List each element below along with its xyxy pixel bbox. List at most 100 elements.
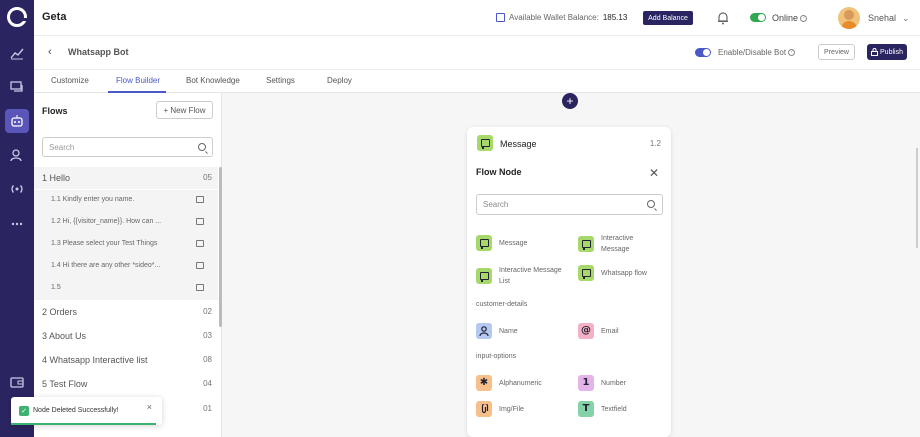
more-icon[interactable]: [5, 212, 29, 236]
flow-node-item[interactable]: 1.1 Kindly enter you name.: [34, 190, 218, 212]
toast-notification: ✓ Node Deleted Successfully! ×: [11, 397, 162, 425]
flow-canvas[interactable]: + Message 1.2 Flow Node ✕ Message Intera…: [222, 93, 920, 437]
node-option-whatsapp-flow[interactable]: Whatsapp flow: [578, 265, 647, 281]
node-header[interactable]: Message 1.2: [467, 127, 671, 155]
flow-count: 05: [203, 173, 212, 182]
node-search: [476, 194, 663, 215]
node-option-email[interactable]: @ Email: [578, 323, 619, 339]
message-icon: [578, 265, 594, 281]
toast-progress: [11, 423, 156, 425]
flow-node-panel-title: Flow Node: [476, 167, 522, 177]
option-label: Name: [499, 327, 518, 335]
enable-bot-text: Enable/Disable Bot: [718, 48, 787, 57]
check-icon: ✓: [19, 406, 29, 416]
attachment-icon: [476, 401, 492, 417]
lock-icon: [871, 48, 879, 56]
preview-button[interactable]: Preview: [818, 44, 855, 60]
flow-count: 01: [203, 404, 212, 413]
online-toggle[interactable]: [750, 13, 766, 22]
broadcast-icon[interactable]: [5, 177, 29, 201]
page-title: Whatsapp Bot: [68, 47, 129, 57]
option-label: Interactive Message: [601, 235, 634, 253]
option-label: Img/File: [499, 405, 524, 413]
flow-node-item[interactable]: 1.4 Hi there are any other *sideo*...: [34, 256, 218, 278]
tab-deploy[interactable]: Deploy: [327, 76, 352, 85]
enable-bot-toggle[interactable]: [695, 48, 711, 57]
canvas-scrollbar[interactable]: [916, 148, 918, 248]
chat-icon[interactable]: [5, 75, 29, 99]
online-label: Online: [772, 13, 799, 23]
node-option-message[interactable]: Message: [476, 235, 527, 251]
message-icon: [578, 236, 594, 252]
analytics-icon[interactable]: [5, 41, 29, 65]
bot-icon[interactable]: [5, 109, 29, 133]
node-search-input[interactable]: [477, 195, 627, 214]
avatar[interactable]: [838, 7, 860, 29]
flow-item[interactable]: 2 Orders 02: [34, 301, 218, 323]
node-option-name[interactable]: Name: [476, 323, 518, 339]
flow-node-card: Message 1.2 Flow Node ✕ Message Interact…: [467, 127, 671, 437]
search-icon[interactable]: [198, 143, 206, 151]
toast-message: Node Deleted Successfully!: [33, 407, 119, 414]
users-icon[interactable]: [5, 143, 29, 167]
new-flow-button[interactable]: + New Flow: [156, 101, 213, 119]
user-menu[interactable]: Snehal ⌄: [868, 13, 910, 24]
node-option-number[interactable]: 1 Number: [578, 375, 626, 391]
flows-search-input[interactable]: [43, 138, 183, 156]
tab-customize[interactable]: Customize: [51, 76, 89, 85]
flows-title: Flows: [42, 106, 68, 116]
node-option-alphanumeric[interactable]: ✱ Alphanumeric: [476, 375, 542, 391]
option-label: Alphanumeric: [499, 379, 542, 387]
message-icon: [476, 268, 492, 284]
option-label: Number: [601, 379, 626, 387]
wallet-icon: [496, 13, 505, 22]
close-icon[interactable]: ✕: [649, 166, 659, 180]
back-icon[interactable]: ‹: [48, 46, 52, 58]
node-label: 1.3 Please select your Test Things: [51, 240, 158, 247]
tab-bot-knowledge[interactable]: Bot Knowledge: [186, 76, 240, 85]
node-label: 1.4 Hi there are any other *sideo*...: [51, 262, 161, 269]
online-status: Online?: [772, 13, 808, 23]
tab-flow-builder[interactable]: Flow Builder: [116, 76, 160, 85]
person-icon: [476, 323, 492, 339]
node-option-img-file[interactable]: Img/File: [476, 401, 524, 417]
search-icon[interactable]: [647, 200, 655, 208]
add-balance-button[interactable]: Add Balance: [643, 11, 693, 25]
section-customer-details: customer-details: [476, 301, 528, 308]
node-option-interactive-message-list[interactable]: Interactive Message List: [476, 265, 566, 287]
close-icon[interactable]: ×: [147, 402, 152, 412]
flow-item[interactable]: 3 About Us 03: [34, 325, 218, 347]
chevron-down-icon: ⌄: [902, 13, 910, 23]
flow-node-item[interactable]: 1.3 Please select your Test Things: [34, 234, 218, 256]
flow-name: 5 Test Flow: [42, 379, 88, 389]
flow-node-item[interactable]: 1.5: [34, 278, 218, 300]
user-name: Snehal: [868, 13, 897, 23]
wallet-label: Available Wallet Balance:: [509, 13, 599, 22]
wallet-balance: Available Wallet Balance: 185.13: [496, 13, 627, 22]
flow-name: 3 About Us: [42, 331, 87, 341]
top-bar: Geta Available Wallet Balance: 185.13 Ad…: [34, 0, 920, 36]
add-node-button[interactable]: +: [562, 93, 578, 109]
flow-item[interactable]: 4 Whatsapp Interactive list 08: [34, 349, 218, 371]
node-label: 1.1 Kindly enter you name.: [51, 196, 135, 203]
message-icon: [196, 218, 204, 225]
message-icon: [196, 284, 204, 291]
app-logo-icon[interactable]: [7, 7, 28, 27]
node-type: Message: [500, 139, 537, 149]
help-icon[interactable]: ?: [788, 49, 796, 57]
node-option-textfield[interactable]: T Textfield: [578, 401, 627, 417]
node-option-interactive-message[interactable]: Interactive Message: [578, 233, 658, 255]
flow-item[interactable]: 1 Hello 05: [34, 167, 218, 189]
option-label: Interactive Message List: [499, 267, 562, 285]
bell-icon[interactable]: [716, 11, 730, 25]
publish-button[interactable]: Publish: [867, 44, 907, 60]
message-icon: [196, 262, 204, 269]
tab-settings[interactable]: Settings: [266, 76, 295, 85]
message-icon: [196, 196, 204, 203]
help-icon[interactable]: ?: [800, 15, 808, 23]
wallet-icon[interactable]: [5, 370, 29, 394]
left-rail: [0, 0, 34, 437]
flow-item[interactable]: 5 Test Flow 04: [34, 373, 218, 395]
flow-node-item[interactable]: 1.2 Hi, {{visitor_name}}. How can ...: [34, 212, 218, 234]
asterisk-icon: ✱: [476, 375, 492, 391]
